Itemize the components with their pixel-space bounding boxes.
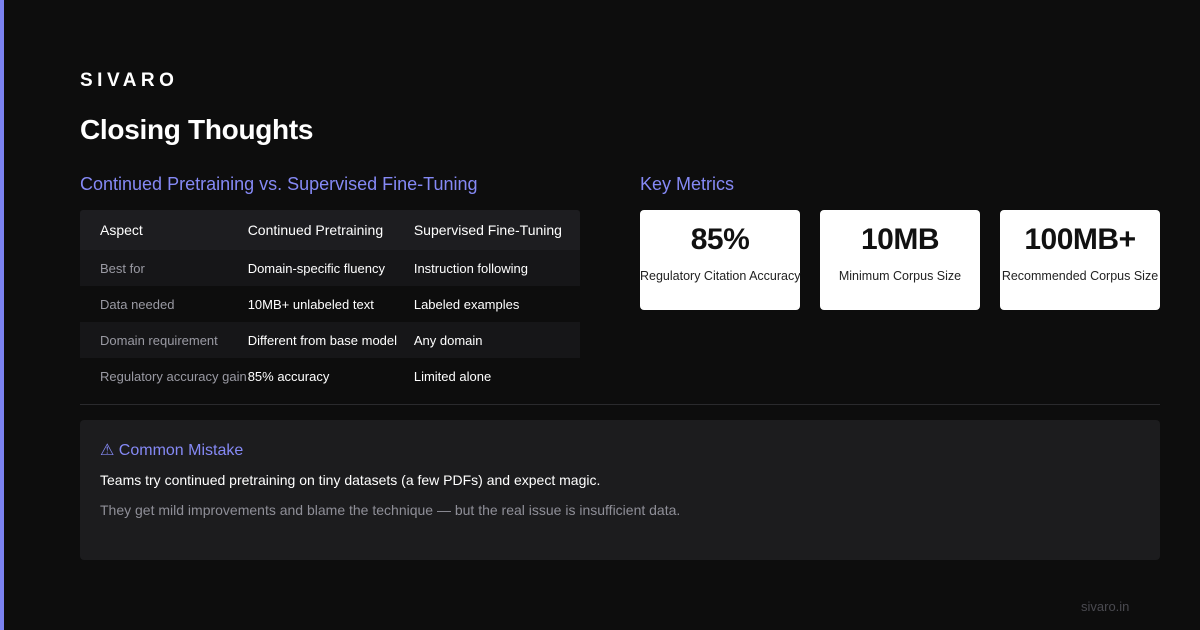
row-continued-pretraining: Domain-specific fluency (247, 260, 385, 276)
row-continued-pretraining: Different from base model (247, 332, 398, 348)
callout-title: ⚠ Common Mistake (100, 440, 243, 460)
row-supervised-fine-tuning: Limited alone (413, 368, 492, 384)
section-divider (80, 404, 1160, 405)
callout-title-text: Common Mistake (118, 442, 244, 459)
table-row: Regulatory accuracy gain 85% accuracy Li… (80, 358, 580, 394)
footer-url: sivaro.in (1081, 599, 1130, 614)
column-header-continued-pretraining: Continued Pretraining (247, 222, 384, 238)
row-supervised-fine-tuning: Labeled examples (413, 296, 520, 312)
metrics-heading: Key Metrics (640, 174, 735, 194)
row-continued-pretraining: 85% accuracy (247, 368, 330, 384)
column-header-supervised-fine-tuning: Supervised Fine-Tuning (413, 222, 562, 238)
table-row: Best for Domain-specific fluency Instruc… (80, 250, 580, 286)
row-supervised-fine-tuning: Instruction following (413, 260, 529, 276)
metric-value: 10MB (860, 223, 940, 256)
accent-bar (0, 0, 4, 630)
metric-value: 100MB+ (1024, 223, 1136, 256)
comparison-table: Aspect Continued Pretraining Supervised … (80, 210, 580, 394)
column-header-aspect: Aspect (100, 222, 143, 238)
metric-card-recommended-corpus: 100MB+ Recommended Corpus Size (1000, 210, 1160, 310)
row-aspect: Domain requirement (100, 332, 218, 348)
row-supervised-fine-tuning: Any domain (413, 332, 483, 348)
row-aspect: Best for (100, 260, 145, 276)
table-row: Domain requirement Different from base m… (80, 322, 580, 358)
warning-icon: ⚠ (100, 442, 115, 459)
metric-label: Minimum Corpus Size (838, 269, 962, 283)
row-aspect: Data needed (100, 296, 175, 312)
callout-text-primary: Teams try continued pretraining on tiny … (100, 472, 601, 488)
row-continued-pretraining: 10MB+ unlabeled text (247, 296, 374, 312)
metric-value: 85% (690, 223, 750, 256)
metric-card-minimum-corpus: 10MB Minimum Corpus Size (820, 210, 980, 310)
metric-label: Recommended Corpus Size (1001, 269, 1159, 283)
metric-card-citation-accuracy: 85% Regulatory Citation Accuracy (640, 210, 801, 310)
brand-logo: SIVARO (80, 70, 179, 91)
comparison-heading: Continued Pretraining vs. Supervised Fin… (80, 174, 478, 194)
table-row: Data needed 10MB+ unlabeled text Labeled… (80, 286, 580, 322)
common-mistake-callout: ⚠ Common Mistake Teams try continued pre… (80, 420, 1160, 560)
callout-text-secondary: They get mild improvements and blame the… (100, 502, 681, 518)
page-title: Closing Thoughts (80, 114, 314, 145)
metric-label: Regulatory Citation Accuracy (640, 269, 801, 283)
row-aspect: Regulatory accuracy gain (100, 368, 247, 384)
table-header-row: Aspect Continued Pretraining Supervised … (80, 210, 580, 250)
